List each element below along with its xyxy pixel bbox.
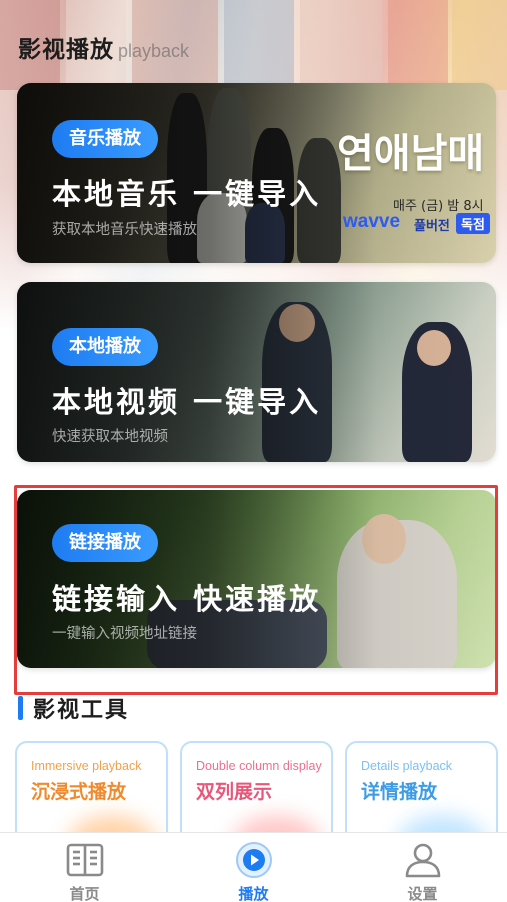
local-video-card-title: 本地视频 一键导入 bbox=[52, 385, 322, 419]
local-play-badge: 本地播放 bbox=[52, 328, 158, 366]
tab-home[interactable]: 首页 bbox=[0, 833, 169, 902]
local-video-card[interactable]: 本地播放 本地视频 一键导入 快速获取本地视频 bbox=[17, 282, 496, 462]
tab-settings[interactable]: 设置 bbox=[338, 833, 507, 902]
section-accent-bar bbox=[18, 696, 23, 720]
tab-label: 设置 bbox=[407, 885, 438, 902]
poster-tag-exclusive: 독점 bbox=[456, 213, 490, 234]
link-play-card-desc: 一键输入视频地址链接 bbox=[52, 626, 197, 642]
section-title: 影视工具 bbox=[33, 698, 130, 723]
play-circle-icon bbox=[233, 841, 275, 879]
page-title: 影视播放 bbox=[18, 37, 114, 63]
tool-title: 沉浸式播放 bbox=[31, 781, 127, 803]
tab-label: 首页 bbox=[69, 885, 100, 902]
poster-tag-full: 풀버전 bbox=[414, 219, 450, 234]
music-card-title: 本地音乐 一键导入 bbox=[52, 177, 322, 211]
app-screen: 影视播放 playback 연애남매 매주 (금) 밤 8시 wavve 풀버전… bbox=[0, 0, 507, 902]
page-subtitle: playback bbox=[118, 41, 190, 61]
newspaper-icon bbox=[64, 841, 106, 879]
person-icon bbox=[402, 841, 444, 879]
poster-title: 연애남매 bbox=[337, 131, 485, 177]
tool-title: 详情播放 bbox=[361, 781, 438, 803]
music-card-desc: 获取本地音乐快速播放 bbox=[52, 222, 197, 238]
poster-brand: wavve bbox=[343, 211, 401, 232]
music-play-badge: 音乐播放 bbox=[52, 120, 158, 158]
local-video-card-desc: 快速获取本地视频 bbox=[52, 429, 168, 445]
tab-label: 播放 bbox=[238, 885, 269, 902]
poster-schedule: 매주 (금) 밤 8시 bbox=[393, 199, 484, 214]
tab-play[interactable]: 播放 bbox=[169, 833, 338, 902]
page-header: 影视播放 playback bbox=[18, 30, 190, 63]
tool-subtitle: Immersive playback bbox=[31, 759, 142, 773]
bottom-tab-bar: 首页 播放 设置 bbox=[0, 832, 507, 902]
tool-subtitle: Details playback bbox=[361, 759, 453, 773]
section-header: 影视工具 bbox=[18, 694, 130, 723]
tool-subtitle: Double column display bbox=[196, 759, 322, 773]
music-play-card[interactable]: 연애남매 매주 (금) 밤 8시 wavve 풀버전 독점 音乐播放 本地音乐 … bbox=[17, 83, 496, 263]
link-play-card[interactable]: 链接播放 链接输入 快速播放 一键输入视频地址链接 bbox=[17, 490, 496, 668]
tool-title: 双列展示 bbox=[196, 781, 273, 803]
link-play-card-title: 链接输入 快速播放 bbox=[52, 582, 322, 616]
link-play-badge: 链接播放 bbox=[52, 524, 158, 562]
